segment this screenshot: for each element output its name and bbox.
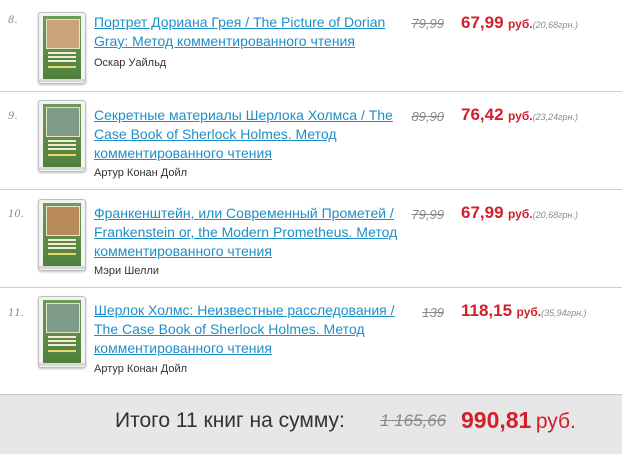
list-item: 10. Франкенштейн, или Современный Промет… (0, 190, 622, 288)
price-amount: 67,99 (461, 13, 504, 32)
price-currency: руб. (508, 109, 533, 123)
item-number: 10. (8, 209, 24, 220)
cover-shelf (39, 266, 85, 269)
book-cover-image[interactable] (38, 296, 86, 368)
item-number: 11. (8, 308, 24, 319)
cover-shelf (39, 79, 85, 82)
cover-art (43, 16, 81, 80)
price-uah: (35,94грн.) (541, 308, 587, 318)
total-price: 990,81 руб. (461, 407, 576, 434)
book-title-link[interactable]: Портрет Дориана Грея / The Picture of Do… (94, 13, 412, 51)
cover-illustration (46, 303, 80, 333)
price-amount: 118,15 (461, 301, 513, 320)
price: 76,42 руб.(23,24грн.) (461, 105, 578, 125)
cover-text-lines (48, 52, 76, 54)
old-price: 139 (422, 305, 444, 320)
total-price-currency: руб. (535, 410, 576, 433)
book-cover-image[interactable] (38, 100, 86, 172)
price: 67,99 руб.(20,68грн.) (461, 13, 578, 33)
price-currency: руб. (508, 207, 533, 221)
book-cover-image[interactable] (38, 12, 86, 84)
book-author: Артур Конан Дойл (94, 363, 188, 375)
book-author: Мэри Шелли (94, 265, 160, 277)
price-uah: (20,68грн.) (532, 210, 579, 220)
old-price: 79,99 (411, 16, 444, 31)
total-label: Итого 11 книг на сумму: (115, 409, 345, 432)
price: 118,15 руб.(35,94грн.) (461, 301, 587, 321)
cover-art (43, 203, 81, 267)
price: 67,99 руб.(20,68грн.) (461, 203, 578, 223)
item-number: 9. (8, 111, 18, 122)
cover-art (43, 104, 81, 168)
cover-illustration (46, 107, 80, 137)
old-price: 79,99 (411, 207, 444, 222)
price-amount: 76,42 (461, 105, 504, 124)
list-item: 11. Шерлок Холмс: Неизвестные расследова… (0, 288, 622, 393)
price-uah: (20,68грн.) (532, 20, 579, 30)
cover-shelf (39, 363, 85, 366)
cover-text-lines (48, 140, 76, 142)
price-uah: (23,24грн.) (532, 112, 579, 122)
cover-shelf (39, 167, 85, 170)
book-title-link[interactable]: Франкенштейн, или Современный Прометей /… (94, 204, 412, 261)
total-old-price: 1 165,66 (380, 411, 447, 430)
book-title-link[interactable]: Секретные материалы Шерлока Холмса / The… (94, 106, 412, 163)
book-title-link[interactable]: Шерлок Холмс: Неизвестные расследования … (94, 301, 412, 358)
cover-text-lines (48, 239, 76, 241)
cover-illustration (46, 206, 80, 236)
price-currency: руб. (516, 305, 542, 319)
cart-total-bar: Итого 11 книг на сумму: 1 165,66 990,81 … (0, 394, 622, 454)
book-cover-image[interactable] (38, 199, 86, 271)
price-currency: руб. (508, 17, 533, 31)
list-item: 9. Секретные материалы Шерлока Холмса / … (0, 92, 622, 190)
list-item: 8. Портрет Дориана Грея / The Picture of… (0, 0, 622, 92)
book-author: Оскар Уайльд (94, 57, 167, 69)
cover-text-lines (48, 336, 76, 338)
item-number: 8. (8, 15, 18, 26)
total-price-amount: 990,81 (461, 407, 532, 433)
price-amount: 67,99 (461, 203, 504, 222)
old-price: 89,90 (411, 109, 444, 124)
book-author: Артур Конан Дойл (94, 167, 188, 179)
cover-illustration (46, 19, 80, 49)
cover-art (43, 300, 81, 364)
